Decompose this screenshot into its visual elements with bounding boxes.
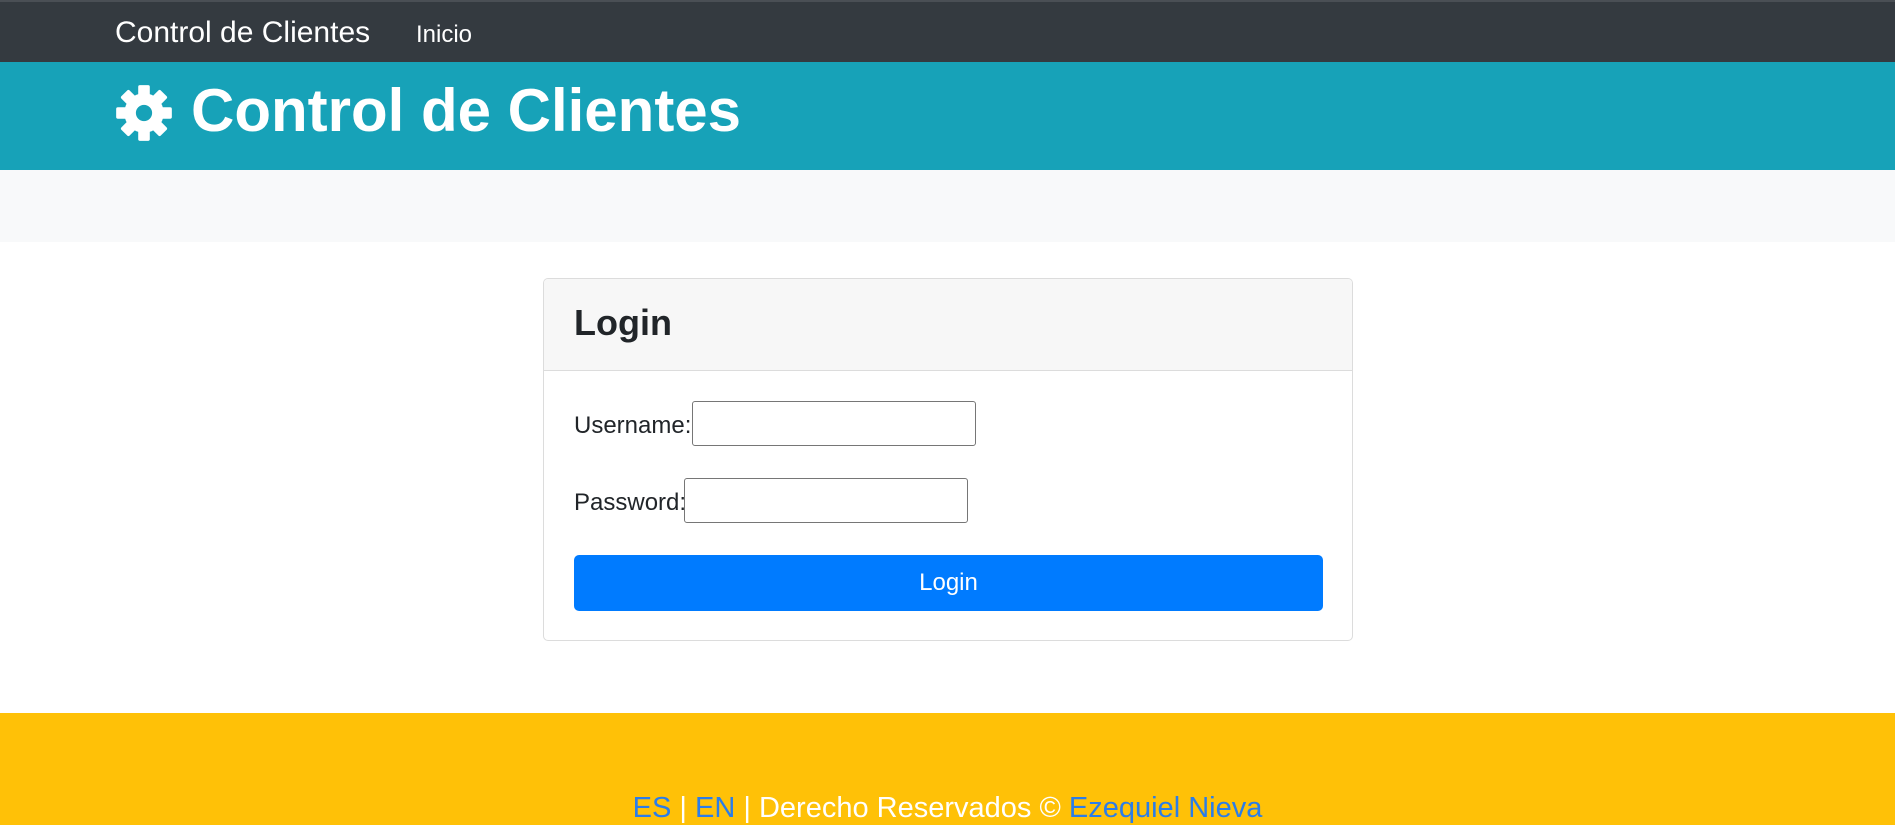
- footer-separator: |: [743, 792, 751, 824]
- login-card-title: Login: [574, 302, 672, 343]
- password-input[interactable]: [684, 478, 968, 523]
- footer-rights-text: Derecho Reservados ©: [758, 792, 1061, 824]
- lang-es-link[interactable]: ES: [633, 792, 672, 824]
- username-input[interactable]: [692, 401, 976, 446]
- page-title: Control de Clientes: [191, 77, 742, 144]
- footer-text: ES | EN | Derecho Reservados © Ezequiel …: [0, 791, 1895, 825]
- login-button[interactable]: Login: [574, 555, 1323, 611]
- login-card: Login Username: Password: Login: [543, 278, 1353, 641]
- author-link[interactable]: Ezequiel Nieva: [1069, 792, 1262, 824]
- navbar-brand[interactable]: Control de Clientes: [115, 16, 370, 50]
- login-card-header: Login: [544, 279, 1352, 371]
- nav-link-inicio[interactable]: Inicio: [416, 21, 472, 49]
- page-footer: ES | EN | Derecho Reservados © Ezequiel …: [0, 713, 1895, 825]
- gear-icon: [116, 85, 172, 141]
- page-header: Control de Clientes: [0, 62, 1895, 170]
- password-label: Password:: [574, 489, 687, 516]
- footer-separator: |: [679, 792, 687, 824]
- sub-header-bar: [0, 170, 1895, 242]
- top-navbar: Control de Clientes Inicio: [0, 0, 1895, 62]
- username-label: Username:: [574, 412, 692, 439]
- lang-en-link[interactable]: EN: [695, 792, 735, 824]
